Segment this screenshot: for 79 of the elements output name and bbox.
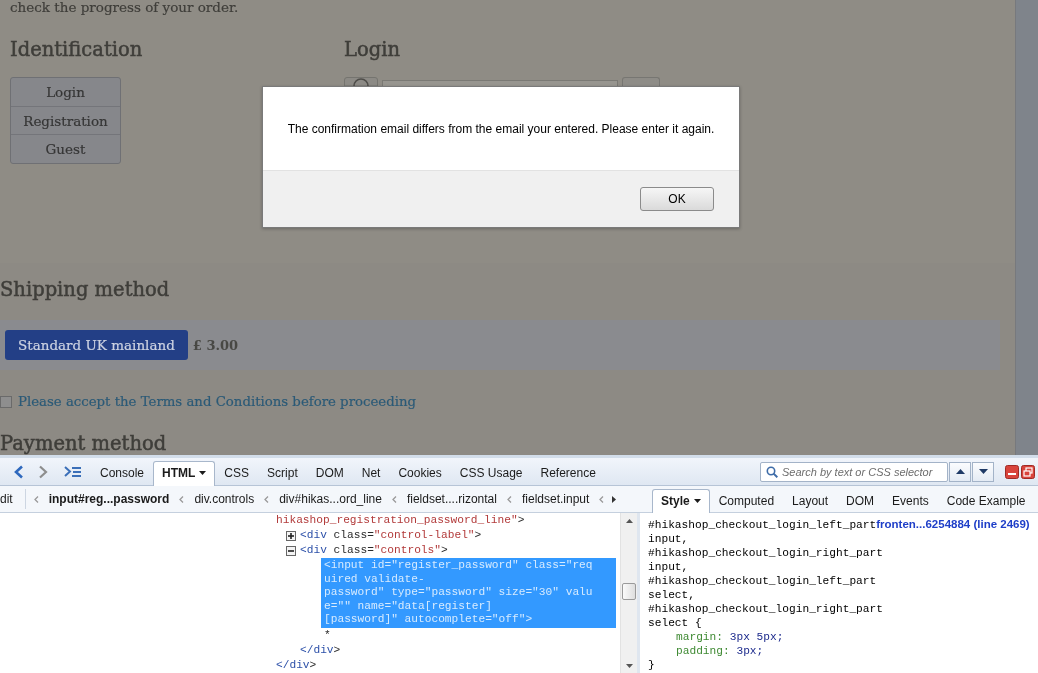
- tab[interactable]: Layout: [783, 489, 838, 513]
- tab[interactable]: Events: [883, 489, 938, 513]
- input-field[interactable]: [382, 80, 618, 86]
- tab[interactable]: CSS: [215, 461, 259, 486]
- tab[interactable]: HTML: [153, 461, 216, 486]
- chevron-left-icon: [506, 495, 512, 503]
- chevron-left-icon: [179, 495, 185, 503]
- code-line[interactable]: </div>: [297, 642, 344, 658]
- caret-up-icon: [955, 469, 965, 474]
- dialog-button[interactable]: OK: [640, 187, 714, 211]
- chevron-left-icon[interactable]: [13, 464, 24, 479]
- source-link[interactable]: fronten...6254884 (line 2469): [876, 518, 1030, 530]
- plus-icon[interactable]: [286, 531, 296, 541]
- css-declaration: padding: 3px;: [676, 644, 764, 658]
- tab[interactable]: CSS Usage: [450, 461, 532, 486]
- edit-button[interactable]: dit: [0, 489, 26, 509]
- css-declaration: margin: 3px 5px;: [676, 630, 784, 644]
- checkbox[interactable]: [0, 396, 12, 408]
- tab[interactable]: Script: [258, 461, 307, 486]
- caret-up-icon[interactable]: [625, 519, 633, 523]
- page-scrollbar[interactable]: [1015, 0, 1038, 455]
- price-text: £ 3.00: [192, 337, 239, 353]
- css-selector: #hikashop_checkout_login_left_part: [648, 518, 877, 532]
- caret-right-icon[interactable]: [612, 495, 617, 503]
- search-field[interactable]: Search by text or CSS selector: [760, 461, 948, 482]
- tab[interactable]: Reference: [531, 461, 605, 486]
- css-selector: select {: [648, 616, 702, 630]
- caret-down-icon[interactable]: [625, 664, 633, 668]
- search-icon: [766, 465, 778, 478]
- css-selector: select,: [648, 588, 695, 602]
- tab[interactable]: DOM: [837, 489, 884, 513]
- section-heading: Identification: [10, 38, 143, 62]
- section-heading: Payment method: [0, 432, 167, 455]
- breadcrumb-item[interactable]: div.controls: [194, 492, 255, 506]
- css-selector: input,: [648, 532, 689, 546]
- caret-down-icon: [978, 469, 988, 474]
- tab[interactable]: DOM: [306, 461, 353, 486]
- option-button[interactable]: Login: [11, 78, 120, 106]
- chevron-left-icon: [391, 495, 397, 503]
- code-line[interactable]: hikashop_registration_password_line">: [273, 513, 528, 528]
- css-selector: #hikashop_checkout_login_right_part: [648, 602, 883, 616]
- section-heading: Shipping method: [0, 278, 170, 302]
- code-line[interactable]: *: [321, 627, 334, 643]
- chevron-left-icon: [33, 495, 39, 503]
- code-line[interactable]: <div class="control-label">: [297, 528, 485, 543]
- scrollbar[interactable]: [620, 513, 637, 673]
- css-brace: }: [648, 658, 655, 672]
- tab[interactable]: Computed: [709, 489, 784, 513]
- breadcrumb-item[interactable]: div#hikas...ord_line: [279, 492, 382, 506]
- scrollbar-thumb[interactable]: [622, 583, 636, 600]
- code-line[interactable]: <div class="controls">: [297, 543, 451, 558]
- chevron-left-icon: [264, 495, 270, 503]
- dialog-message: The confirmation email differs from the email your entered. Please enter it again.: [287, 121, 715, 136]
- caret-down-icon[interactable]: [693, 498, 701, 503]
- tab[interactable]: Cookies: [389, 461, 451, 486]
- minimize-icon[interactable]: [1005, 464, 1019, 479]
- tab[interactable]: Code Example: [937, 489, 1035, 513]
- section-heading: Login: [344, 38, 400, 62]
- option-button[interactable]: Guest: [11, 134, 120, 163]
- css-selector: #hikashop_checkout_login_right_part: [648, 546, 883, 560]
- tab[interactable]: Style: [652, 489, 710, 513]
- breadcrumb-item[interactable]: fieldset....rizontal: [406, 492, 497, 506]
- breadcrumb-item[interactable]: input#reg...password: [48, 492, 170, 506]
- tab[interactable]: Net: [352, 461, 390, 486]
- restore-icon[interactable]: [1021, 464, 1035, 479]
- command-line-icon[interactable]: [64, 465, 81, 478]
- css-selector: input,: [648, 560, 689, 574]
- previous-button[interactable]: [949, 461, 971, 482]
- breadcrumb-item[interactable]: fieldset.input: [521, 492, 590, 506]
- next-button[interactable]: [972, 461, 994, 482]
- option-button[interactable]: Registration: [11, 105, 120, 135]
- css-selector: #hikashop_checkout_login_left_part: [648, 574, 877, 588]
- minus-icon[interactable]: [286, 546, 296, 556]
- intro-text: check the progress of your order.: [10, 0, 239, 14]
- code-line[interactable]: </div>: [273, 657, 320, 673]
- caret-down-icon[interactable]: [199, 471, 207, 475]
- shipping-method-button[interactable]: Standard UK mainland: [5, 330, 188, 360]
- chevron-right-icon[interactable]: [38, 464, 49, 479]
- tab[interactable]: Console: [91, 461, 154, 486]
